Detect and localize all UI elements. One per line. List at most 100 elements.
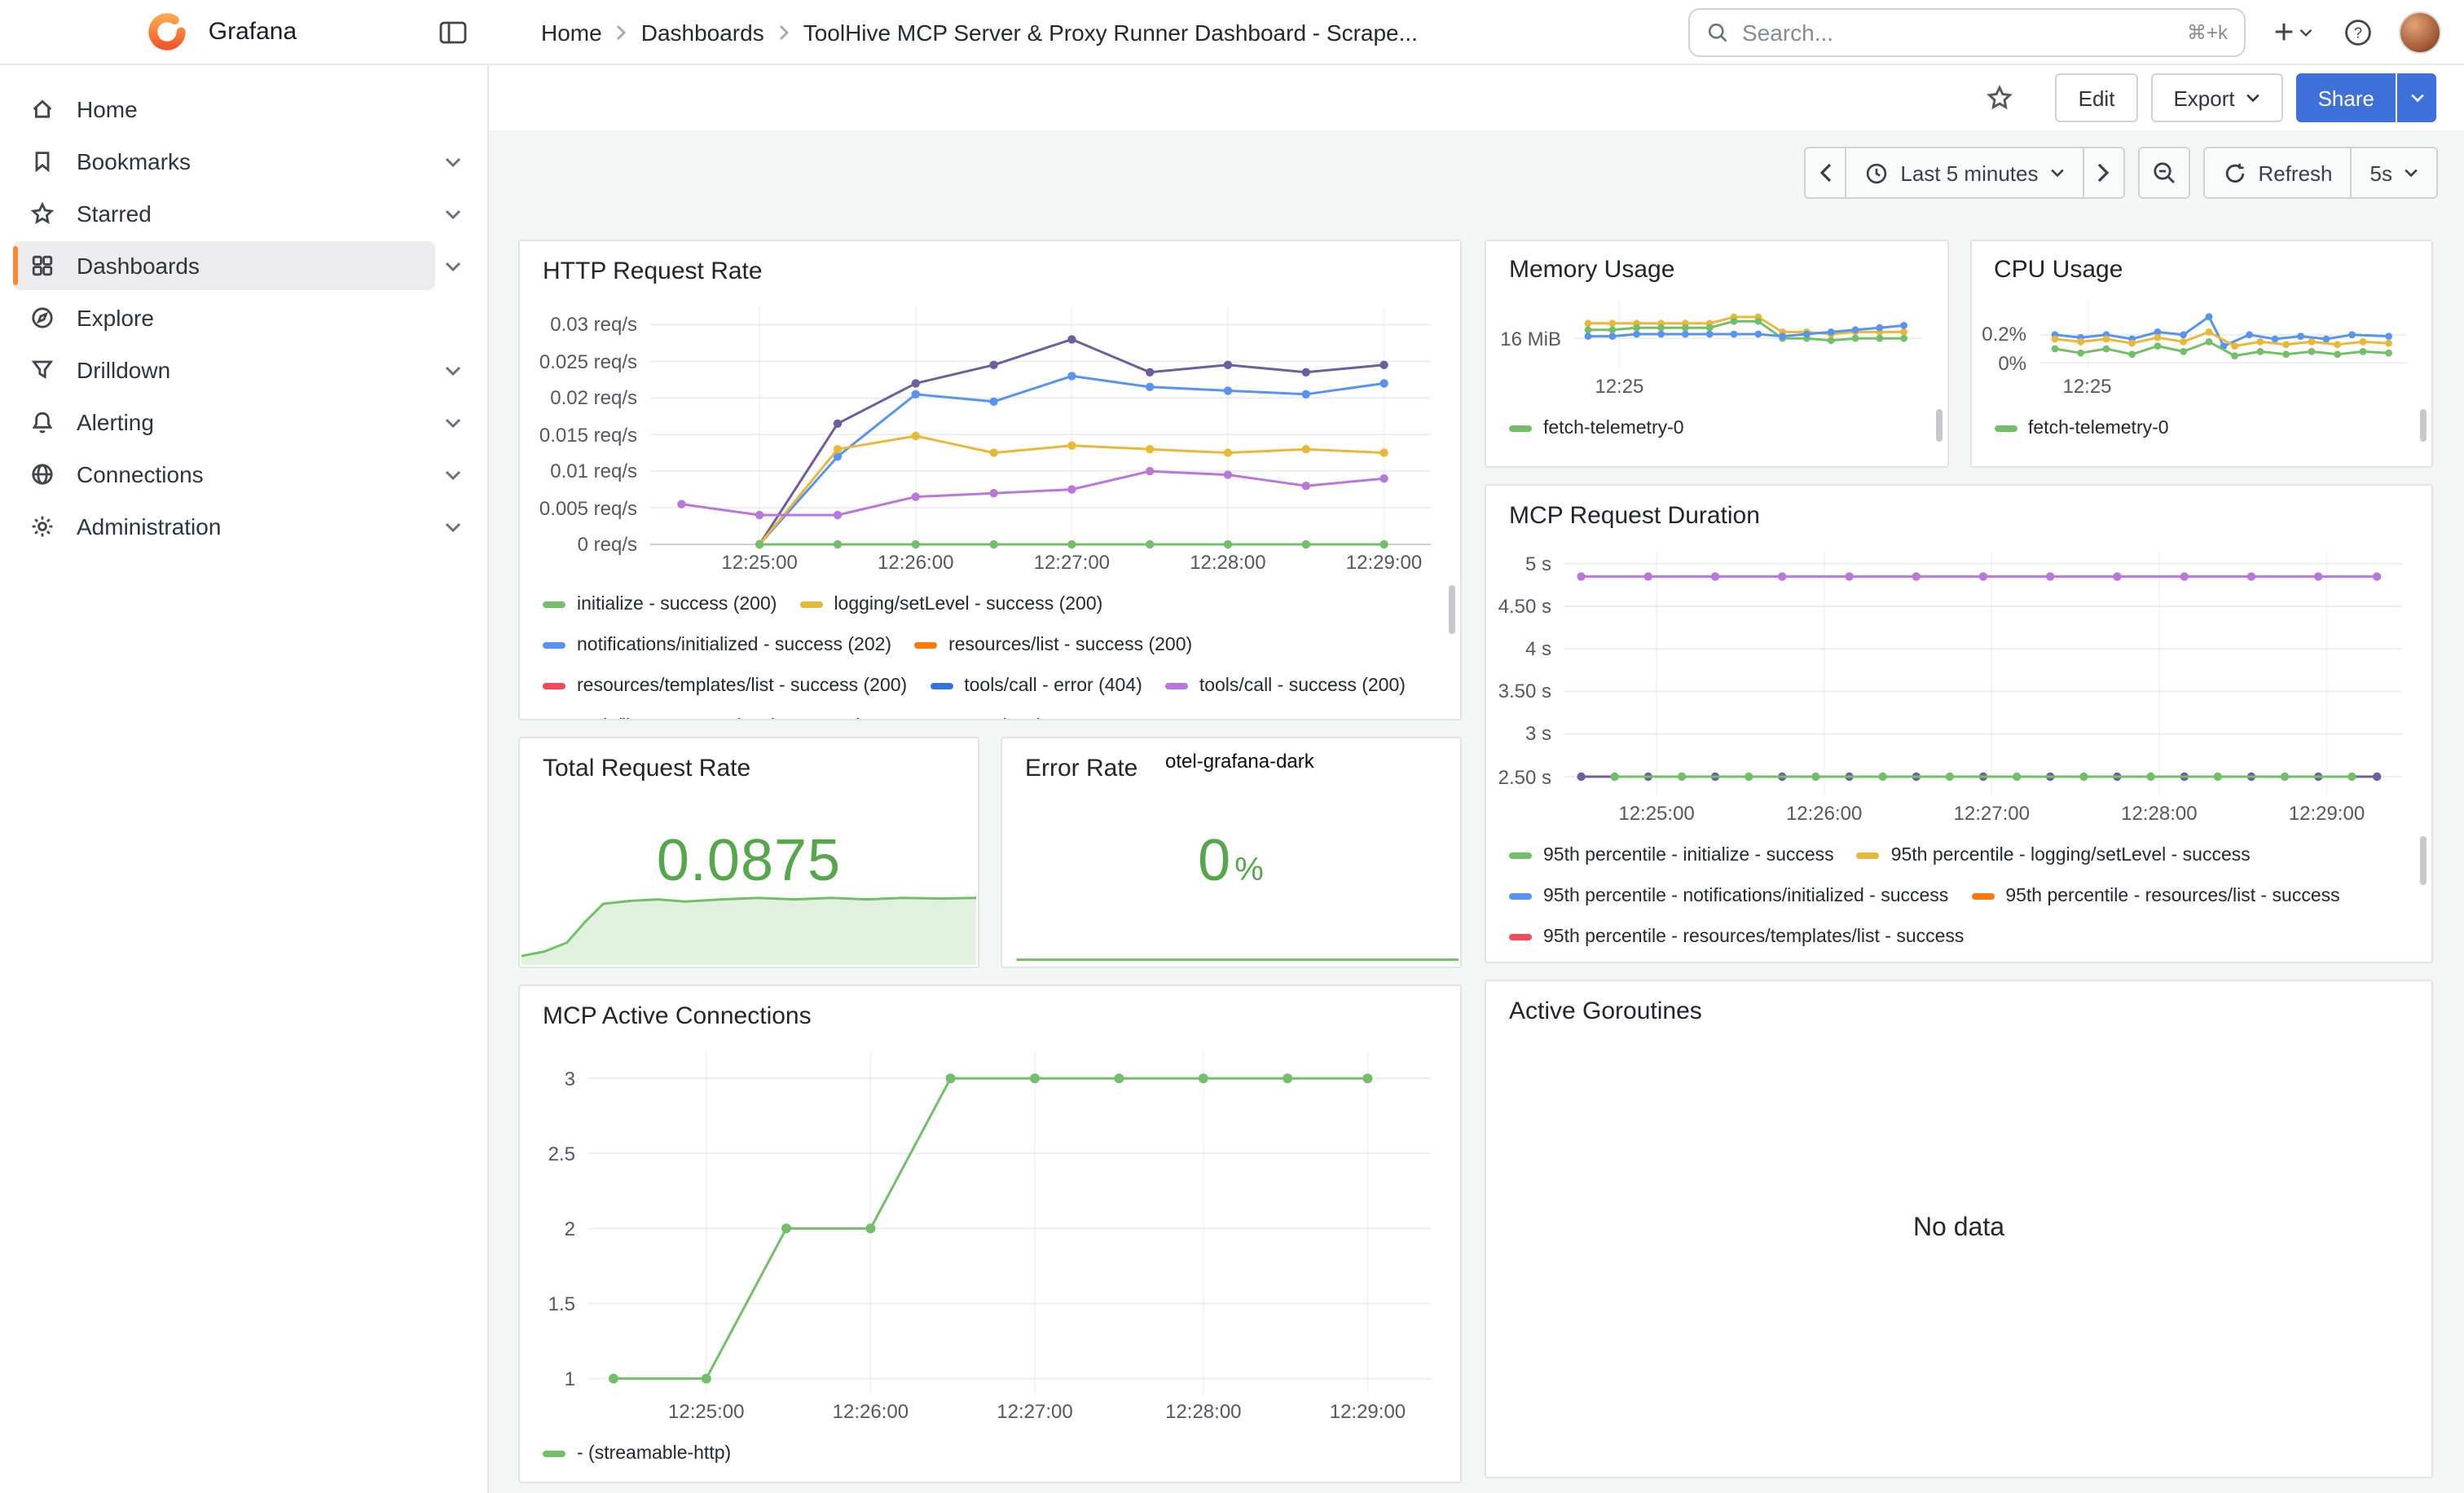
legend-item[interactable]: 95th percentile - resources/list - succe… xyxy=(1971,875,2339,916)
refresh-interval-dropdown[interactable]: 5s xyxy=(2351,147,2438,199)
sidebar-item-label: Bookmarks xyxy=(77,148,191,174)
panel-title[interactable]: MCP Request Duration xyxy=(1486,486,2431,541)
favorite-star-button[interactable] xyxy=(1981,78,2020,117)
share-dropdown-button[interactable] xyxy=(2397,73,2436,122)
sidebar-item-alerting[interactable]: Alerting xyxy=(0,398,487,447)
legend-label: initialize - success (200) xyxy=(577,594,777,614)
expand-chevron-icon[interactable] xyxy=(435,462,471,487)
http-request-rate-chart[interactable]: 0 req/s0.005 req/s0.01 req/s0.015 req/s0… xyxy=(523,297,1457,577)
legend-scrollbar[interactable] xyxy=(1935,409,1942,442)
panel-title[interactable]: MCP Active Connections xyxy=(520,986,1460,1042)
legend-item[interactable]: - (streamable-http) xyxy=(543,1433,731,1473)
panel-error-rate: Error Rate otel-grafana-dark 0% xyxy=(1001,737,1462,968)
no-data-message: No data xyxy=(1486,1214,2431,1244)
panel-title[interactable]: CPU Usage xyxy=(1971,241,2431,290)
memory-usage-chart[interactable]: 16 MiB12:25 xyxy=(1489,290,1943,401)
home-icon xyxy=(29,96,55,122)
legend-item[interactable]: 95th percentile - notifications/initiali… xyxy=(1509,875,1948,916)
legend-item[interactable]: notifications/initialized - success (202… xyxy=(543,624,891,665)
sidebar-item-starred[interactable]: Starred xyxy=(0,189,487,238)
legend-item[interactable]: initialize - success (200) xyxy=(543,584,777,624)
zoom-out-button[interactable] xyxy=(2137,147,2189,199)
legend-item[interactable]: 95th percentile - logging/setLevel - suc… xyxy=(1857,835,2251,875)
mcp-active-connections-chart[interactable]: 32.521.5112:25:0012:26:0012:27:0012:28:0… xyxy=(523,1042,1457,1426)
sidebar-item-administration[interactable]: Administration xyxy=(0,502,487,551)
legend-item[interactable]: tools/call - success (200) xyxy=(1165,665,1406,706)
legend-label: resources/list - success (200) xyxy=(948,635,1192,654)
x-axis-tick: 12:25:00 xyxy=(704,551,815,574)
time-shift-back-button[interactable] xyxy=(1804,147,1846,199)
y-axis-tick: 3 s xyxy=(1489,723,1551,746)
legend-item[interactable]: fetch-telemetry-0 xyxy=(1994,407,2169,448)
panel-title[interactable]: Active Goroutines xyxy=(1486,981,2431,1037)
x-axis-tick: 12:27:00 xyxy=(979,1400,1090,1423)
panel-mcp-request-duration: MCP Request Duration 5 s4.50 s4 s3.50 s3… xyxy=(1485,484,2433,963)
y-axis-tick: 5 s xyxy=(1489,553,1551,575)
legend-swatch xyxy=(1509,933,1532,940)
sidebar-item-label: Starred xyxy=(77,200,152,227)
sidebar-toggle-button[interactable] xyxy=(433,14,473,50)
y-axis-tick: 2.5 xyxy=(523,1142,575,1165)
share-button[interactable]: Share xyxy=(2297,73,2396,122)
sidebar-item-drilldown[interactable]: Drilldown xyxy=(0,346,487,394)
panel-title[interactable]: Memory Usage xyxy=(1486,241,1947,290)
total-request-rate-sparkline[interactable] xyxy=(521,883,976,965)
http-legend: initialize - success (200) logging/setLev… xyxy=(520,577,1460,719)
legend-item[interactable]: resources/list - success (200) xyxy=(914,624,1192,665)
time-range-group: Last 5 minutes xyxy=(1804,147,2124,199)
expand-chevron-icon[interactable] xyxy=(435,410,471,434)
error-rate-sparkline[interactable] xyxy=(1004,942,1459,962)
edit-button[interactable]: Edit xyxy=(2056,73,2138,122)
panel-title[interactable]: Total Request Rate xyxy=(520,738,978,794)
time-range-picker[interactable]: Last 5 minutes xyxy=(1845,147,2083,199)
legend-swatch xyxy=(543,641,565,648)
legend-item[interactable]: fetch-telemetry-0 xyxy=(1509,407,1684,448)
main-content: Edit Export Share xyxy=(489,65,2464,1493)
legend-swatch xyxy=(543,601,565,607)
legend-label: 95th percentile - logging/setLevel - suc… xyxy=(1891,845,2251,865)
sidebar-item-label: Home xyxy=(77,96,138,122)
search-box[interactable]: ⌘+k xyxy=(1688,7,2246,56)
export-button[interactable]: Export xyxy=(2150,73,2283,122)
legend-item[interactable]: tools/call - error (404) xyxy=(930,665,1142,706)
legend-item[interactable]: 95th percentile - resources/templates/li… xyxy=(1509,916,1964,957)
x-axis-tick: 12:25 xyxy=(1564,375,1674,398)
compass-icon xyxy=(29,305,55,331)
sidebar-item-dashboards[interactable]: Dashboards xyxy=(0,241,487,290)
expand-chevron-icon[interactable] xyxy=(435,201,471,226)
legend-label: unknown - success (200) xyxy=(835,716,1044,719)
sidebar-item-home[interactable]: Home xyxy=(0,85,487,134)
legend-item[interactable]: unknown - success (200) xyxy=(801,706,1044,719)
sidebar-item-explore[interactable]: Explore xyxy=(0,293,487,342)
legend-scrollbar[interactable] xyxy=(2420,409,2427,442)
panel-title[interactable]: HTTP Request Rate xyxy=(520,241,1460,297)
help-button[interactable]: ? xyxy=(2339,12,2378,51)
search-input[interactable] xyxy=(1742,19,2174,45)
add-button[interactable] xyxy=(2267,15,2317,49)
breadcrumb-dashboards[interactable]: Dashboards xyxy=(641,19,764,45)
refresh-button[interactable]: Refresh xyxy=(2202,147,2352,199)
expand-chevron-icon[interactable] xyxy=(435,253,471,278)
mcp-request-duration-chart[interactable]: 5 s4.50 s4 s3.50 s3 s2.50 s12:25:0012:26… xyxy=(1489,541,2428,828)
grafana-logo[interactable] xyxy=(142,7,192,57)
cpu-usage-chart[interactable]: 0.2%0%12:25 xyxy=(1974,290,2428,401)
refresh-icon xyxy=(2222,161,2246,185)
breadcrumb-home[interactable]: Home xyxy=(541,19,602,45)
avatar[interactable] xyxy=(2399,11,2441,53)
legend-item[interactable]: 95th percentile - initialize - success xyxy=(1509,835,1834,875)
legend-item[interactable]: logging/setLevel - success (200) xyxy=(799,584,1102,624)
expand-chevron-icon[interactable] xyxy=(435,149,471,174)
expand-chevron-icon[interactable] xyxy=(435,358,471,382)
grafana-logo-icon xyxy=(147,11,187,52)
legend-scrollbar[interactable] xyxy=(1449,585,1455,634)
legend-item[interactable]: resources/templates/list - success (200) xyxy=(543,665,907,706)
legend-scrollbar[interactable] xyxy=(2420,836,2427,885)
sidebar-item-connections[interactable]: Connections xyxy=(0,450,487,499)
x-axis-tick: 12:29:00 xyxy=(1312,1400,1423,1423)
y-axis-tick: 3 xyxy=(523,1067,575,1090)
time-shift-forward-button[interactable] xyxy=(2082,147,2124,199)
legend-item[interactable]: tools/list - success (200) xyxy=(543,706,778,719)
sidebar-item-bookmarks[interactable]: Bookmarks xyxy=(0,137,487,186)
expand-chevron-icon[interactable] xyxy=(435,514,471,539)
x-axis-tick: 12:25 xyxy=(2032,375,2143,398)
